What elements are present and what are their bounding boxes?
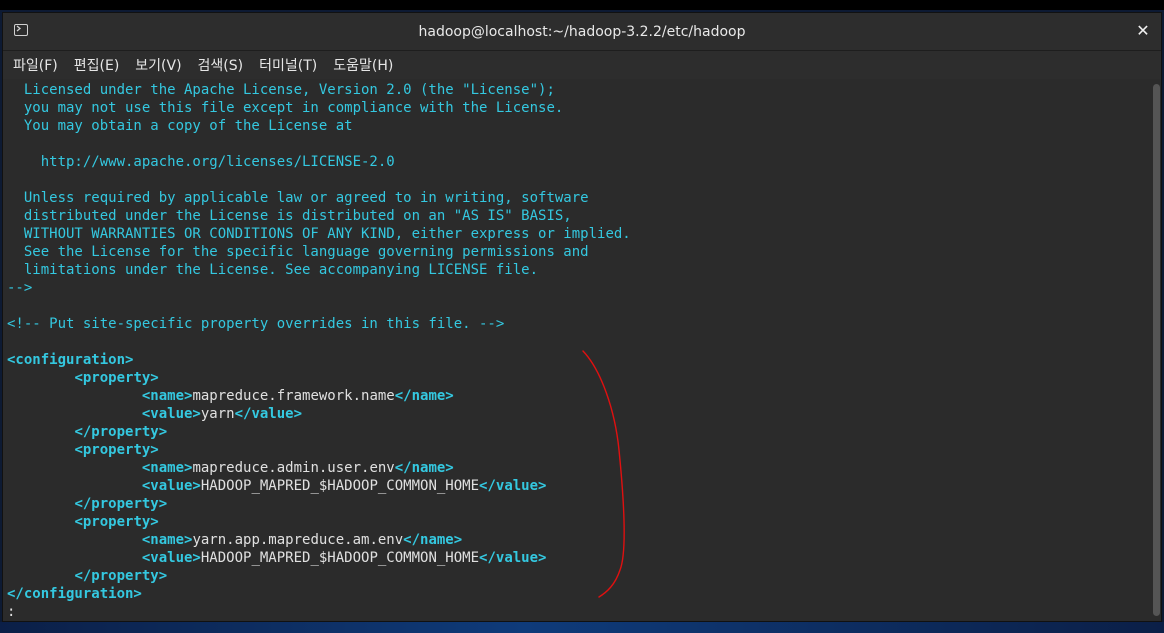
terminal-line: <property>	[7, 441, 631, 459]
xml-tag: <property>	[74, 370, 159, 386]
terminal-line: <!-- Put site-specific property override…	[7, 315, 631, 333]
xml-text: HADOOP_MAPRED_$HADOOP_COMMON_HOME	[200, 550, 480, 566]
terminal-line: <property>	[7, 369, 631, 387]
window-title: hadoop@localhost:~/hadoop-3.2.2/etc/hado…	[418, 23, 746, 40]
xml-text: :	[7, 604, 16, 620]
xml-comment: http://www.apache.org/licenses/LICENSE-2…	[7, 154, 395, 170]
terminal-line: <value>HADOOP_MAPRED_$HADOOP_COMMON_HOME…	[7, 549, 631, 567]
xml-comment: <!-- Put site-specific property override…	[7, 316, 505, 332]
xml-comment: You may obtain a copy of the License at	[7, 118, 353, 134]
xml-text	[7, 388, 142, 404]
terminal-line: <name>mapreduce.admin.user.env</name>	[7, 459, 631, 477]
xml-tag: <property>	[74, 514, 159, 530]
xml-tag: </property>	[74, 496, 168, 512]
xml-text	[7, 532, 142, 548]
terminal-line: limitations under the License. See accom…	[7, 261, 631, 279]
xml-tag: </name>	[394, 460, 454, 476]
menu-view[interactable]: 보기(V)	[129, 55, 187, 75]
terminal-line: WITHOUT WARRANTIES OR CONDITIONS OF ANY …	[7, 225, 631, 243]
terminal-line: http://www.apache.org/licenses/LICENSE-2…	[7, 153, 631, 171]
menu-terminal[interactable]: 터미널(T)	[253, 55, 323, 75]
xml-comment: Unless required by applicable law or agr…	[7, 190, 589, 206]
xml-tag: </name>	[403, 532, 463, 548]
xml-text	[7, 370, 74, 386]
xml-text: yarn.app.mapreduce.am.env	[192, 532, 404, 548]
terminal-line: you may not use this file except in comp…	[7, 99, 631, 117]
xml-comment: distributed under the License is distrib…	[7, 208, 572, 224]
xml-tag: <name>	[141, 532, 193, 548]
terminal-line: <value>HADOOP_MAPRED_$HADOOP_COMMON_HOME…	[7, 477, 631, 495]
xml-text	[7, 442, 74, 458]
xml-text: HADOOP_MAPRED_$HADOOP_COMMON_HOME	[200, 478, 480, 494]
xml-text	[7, 478, 142, 494]
xml-comment: See the License for the specific languag…	[7, 244, 589, 260]
xml-comment: Licensed under the Apache License, Versi…	[7, 82, 555, 98]
title-bar: hadoop@localhost:~/hadoop-3.2.2/etc/hado…	[3, 13, 1161, 51]
xml-tag: </property>	[74, 568, 168, 584]
terminal-line: </property>	[7, 495, 631, 513]
desktop-top-bar	[0, 0, 1164, 10]
menu-edit[interactable]: 편집(E)	[68, 55, 126, 75]
xml-tag: <value>	[141, 550, 201, 566]
xml-tag: </value>	[479, 550, 547, 566]
terminal-line: </property>	[7, 567, 631, 585]
terminal-lines: Licensed under the Apache License, Versi…	[7, 81, 631, 621]
xml-tag: </configuration>	[7, 586, 142, 602]
xml-text	[7, 568, 74, 584]
terminal-line: See the License for the specific languag…	[7, 243, 631, 261]
xml-tag: <configuration>	[7, 352, 134, 368]
terminal-line: Licensed under the Apache License, Versi…	[7, 81, 631, 99]
desktop-background	[0, 622, 1164, 633]
xml-tag: <property>	[74, 442, 159, 458]
scrollbar-thumb[interactable]	[1153, 84, 1160, 616]
menu-search[interactable]: 검색(S)	[192, 55, 250, 75]
terminal-line: </property>	[7, 423, 631, 441]
xml-text	[7, 460, 142, 476]
xml-text: yarn	[200, 406, 235, 422]
menu-file[interactable]: 파일(F)	[7, 55, 64, 75]
xml-comment: -->	[7, 280, 33, 296]
terminal-line: -->	[7, 279, 631, 297]
xml-text: mapreduce.admin.user.env	[192, 460, 395, 476]
xml-text	[7, 406, 142, 422]
terminal-output[interactable]: Licensed under the Apache License, Versi…	[3, 80, 1153, 621]
xml-comment: you may not use this file except in comp…	[7, 100, 564, 116]
xml-tag: <value>	[141, 406, 201, 422]
scrollbar[interactable]	[1151, 80, 1161, 621]
xml-tag: <value>	[141, 478, 201, 494]
terminal-line: </configuration>	[7, 585, 631, 603]
xml-text	[7, 550, 142, 566]
terminal-line: :	[7, 603, 631, 621]
terminal-line: <configuration>	[7, 351, 631, 369]
xml-comment: WITHOUT WARRANTIES OR CONDITIONS OF ANY …	[7, 226, 631, 242]
terminal-line: <name>yarn.app.mapreduce.am.env</name>	[7, 531, 631, 549]
xml-text	[7, 514, 74, 530]
xml-tag: </value>	[479, 478, 547, 494]
terminal-line: <property>	[7, 513, 631, 531]
xml-tag: </name>	[394, 388, 454, 404]
terminal-line: <value>yarn</value>	[7, 405, 631, 423]
xml-tag: <name>	[141, 460, 193, 476]
xml-tag: </property>	[74, 424, 168, 440]
xml-text	[7, 424, 74, 440]
terminal-line: Unless required by applicable law or agr…	[7, 189, 631, 207]
terminal-icon[interactable]	[14, 24, 28, 36]
menu-help[interactable]: 도움말(H)	[327, 55, 399, 75]
xml-comment: limitations under the License. See accom…	[7, 262, 539, 278]
xml-tag: <name>	[141, 388, 193, 404]
close-button[interactable]: ✕	[1133, 21, 1153, 41]
xml-text	[7, 496, 74, 512]
terminal-line: distributed under the License is distrib…	[7, 207, 631, 225]
terminal-window: hadoop@localhost:~/hadoop-3.2.2/etc/hado…	[2, 12, 1162, 622]
terminal-line: <name>mapreduce.framework.name</name>	[7, 387, 631, 405]
xml-text: mapreduce.framework.name	[192, 388, 395, 404]
terminal-line: You may obtain a copy of the License at	[7, 117, 631, 135]
xml-tag: </value>	[234, 406, 303, 422]
menu-bar: 파일(F) 편집(E) 보기(V) 검색(S) 터미널(T) 도움말(H)	[3, 51, 1161, 79]
